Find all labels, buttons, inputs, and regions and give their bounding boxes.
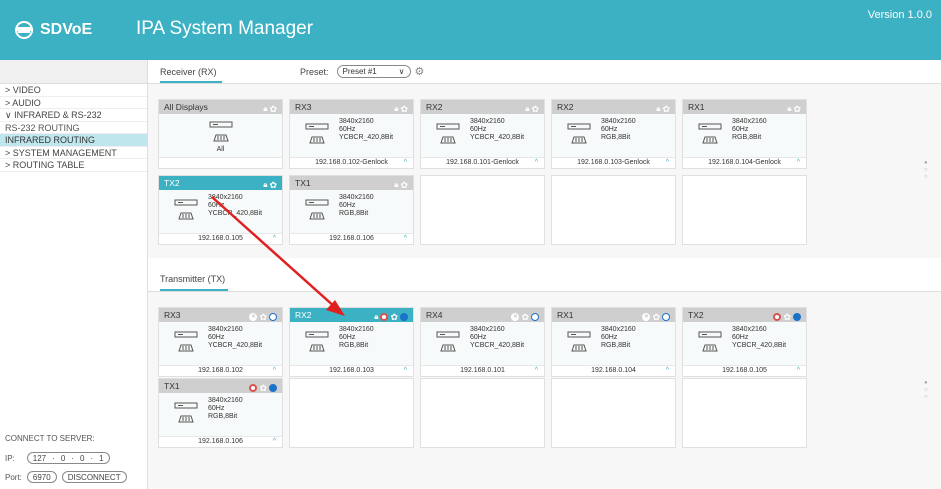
annotation-arrow xyxy=(211,196,345,316)
